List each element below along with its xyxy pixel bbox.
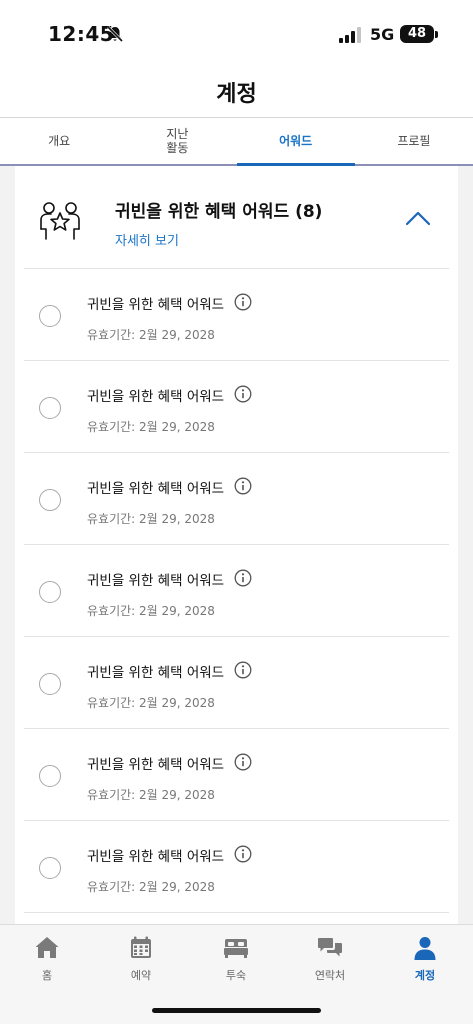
nav-home[interactable]: 홈 — [0, 935, 94, 991]
person-icon — [414, 937, 436, 960]
info-icon[interactable] — [234, 569, 252, 587]
info-icon[interactable] — [234, 477, 252, 495]
award-radio[interactable] — [39, 581, 61, 603]
battery-indicator: 48 — [400, 25, 434, 43]
chevron-up-icon[interactable] — [405, 210, 431, 226]
info-icon[interactable] — [234, 661, 252, 679]
awards-content: 귀빈을 위한 혜택 어워드 (8) 자세히 보기 귀빈을 위한 혜택 어워드 유… — [0, 166, 473, 926]
bell-off-icon — [106, 25, 124, 43]
award-radio[interactable] — [39, 397, 61, 419]
award-item: 귀빈을 위한 혜택 어워드 유효기간: 2월 29, 2028 — [24, 361, 449, 453]
award-radio[interactable] — [39, 305, 61, 327]
info-icon[interactable] — [234, 753, 252, 771]
home-indicator — [152, 1008, 321, 1013]
tab-label: 어워드 — [279, 134, 313, 148]
award-title: 귀빈을 위한 혜택 어워드 — [87, 389, 225, 405]
award-title: 귀빈을 위한 혜택 어워드 — [87, 481, 225, 497]
tab-bar: 개요 지난 활동 어워드 프로필 — [0, 118, 473, 166]
bed-icon — [224, 939, 248, 958]
info-icon[interactable] — [234, 293, 252, 311]
award-item: 귀빈을 위한 혜택 어워드 유효기간: 2월 29, 2028 — [24, 545, 449, 637]
award-expiry: 유효기간: 2월 29, 2028 — [87, 512, 215, 526]
chat-icon — [318, 938, 342, 957]
tab-label: 개요 — [48, 134, 71, 148]
nav-reservations[interactable]: 예약 — [94, 935, 188, 991]
tab-overview[interactable]: 개요 — [0, 118, 118, 164]
award-expiry: 유효기간: 2월 29, 2028 — [87, 696, 215, 710]
award-item: 귀빈을 위한 혜택 어워드 유효기간: 2월 29, 2028 — [24, 821, 449, 913]
award-radio[interactable] — [39, 673, 61, 695]
awards-card: 귀빈을 위한 혜택 어워드 (8) 자세히 보기 귀빈을 위한 혜택 어워드 유… — [15, 166, 458, 926]
award-item: 귀빈을 위한 혜택 어워드 유효기간: 2월 29, 2028 — [24, 453, 449, 545]
nav-label: 예약 — [130, 969, 152, 982]
award-title: 귀빈을 위한 혜택 어워드 — [87, 665, 225, 681]
nav-account[interactable]: 계정 — [378, 935, 472, 991]
tab-label: 지난 활동 — [166, 127, 189, 155]
award-radio[interactable] — [39, 857, 61, 879]
award-radio[interactable] — [39, 765, 61, 787]
award-title: 귀빈을 위한 혜택 어워드 — [87, 757, 225, 773]
section-title: 귀빈을 위한 혜택 어워드 (8) — [115, 202, 323, 222]
nav-label: 홈 — [41, 969, 53, 982]
people-star-icon — [40, 202, 80, 240]
award-title: 귀빈을 위한 혜택 어워드 — [87, 297, 225, 313]
calendar-icon — [131, 936, 151, 958]
info-icon[interactable] — [234, 845, 252, 863]
nav-contacts[interactable]: 연락처 — [283, 935, 377, 991]
battery-tip — [435, 31, 438, 38]
nav-label: 계정 — [414, 969, 436, 982]
tab-label: 프로필 — [397, 134, 431, 148]
status-time: 12:45 — [48, 22, 115, 46]
nav-label: 연락처 — [314, 969, 346, 982]
details-link[interactable]: 자세히 보기 — [115, 230, 179, 249]
award-title: 귀빈을 위한 혜택 어워드 — [87, 849, 225, 865]
nav-label: 투숙 — [225, 969, 247, 982]
award-item: 귀빈을 위한 혜택 어워드 유효기간: 2월 29, 2028 — [24, 729, 449, 821]
home-icon — [35, 937, 59, 958]
award-item: 귀빈을 위한 혜택 어워드 유효기간: 2월 29, 2028 — [24, 269, 449, 361]
award-expiry: 유효기간: 2월 29, 2028 — [87, 788, 215, 802]
tab-awards[interactable]: 어워드 — [236, 118, 356, 166]
award-title: 귀빈을 위한 혜택 어워드 — [87, 573, 225, 589]
page-header: 계정 — [0, 66, 473, 118]
award-section-header: 귀빈을 위한 혜택 어워드 (8) 자세히 보기 — [24, 166, 449, 269]
tab-past-activity[interactable]: 지난 활동 — [118, 118, 236, 164]
tab-profile[interactable]: 프로필 — [355, 118, 473, 164]
bottom-nav: 홈 예약 투숙 연락처 계정 — [0, 924, 473, 1024]
award-item: 귀빈을 위한 혜택 어워드 유효기간: 2월 29, 2028 — [24, 637, 449, 729]
award-expiry: 유효기간: 2월 29, 2028 — [87, 880, 215, 894]
nav-stays[interactable]: 투숙 — [189, 935, 283, 991]
page-title: 계정 — [216, 82, 257, 107]
network-type: 5G — [370, 25, 395, 44]
award-expiry: 유효기간: 2월 29, 2028 — [87, 420, 215, 434]
award-expiry: 유효기간: 2월 29, 2028 — [87, 604, 215, 618]
status-bar: 12:45 5G 48 — [0, 0, 473, 66]
info-icon[interactable] — [234, 385, 252, 403]
award-expiry: 유효기간: 2월 29, 2028 — [87, 328, 215, 342]
signal-icon — [339, 27, 361, 43]
award-radio[interactable] — [39, 489, 61, 511]
